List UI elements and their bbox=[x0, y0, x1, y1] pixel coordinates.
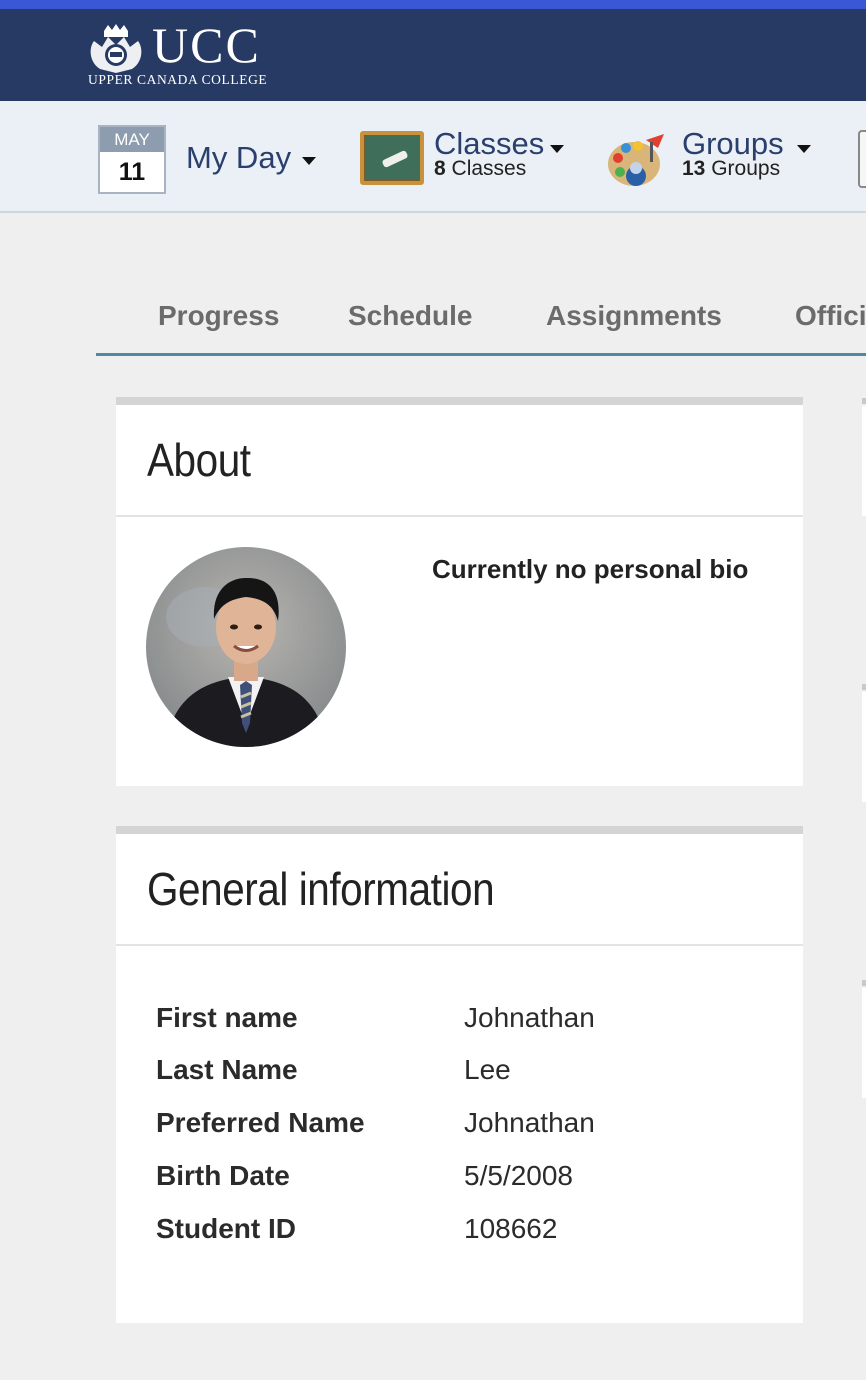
groups-count-text: 13 Groups bbox=[682, 157, 781, 180]
chalkboard-icon[interactable] bbox=[360, 131, 424, 185]
edge-panel bbox=[862, 988, 866, 1098]
logo-subtitle: UPPER CANADA COLLEGE bbox=[88, 72, 268, 87]
info-label: Student ID bbox=[156, 1213, 296, 1244]
logo-text[interactable]: UCC bbox=[152, 20, 261, 70]
calendar-icon[interactable]: MAY 11 bbox=[98, 125, 166, 194]
my-day-menu[interactable]: My Day bbox=[186, 142, 291, 173]
about-title: About bbox=[116, 405, 803, 517]
profile-tabs: Progress Schedule Assignments Offici bbox=[96, 290, 866, 356]
edge-panel bbox=[862, 406, 866, 516]
site-header: UCC UPPER CANADA COLLEGE bbox=[0, 9, 866, 101]
about-card: About Currently no personal bio bbox=[116, 397, 803, 786]
tab-official[interactable]: Offici bbox=[795, 302, 866, 330]
classes-chevron-down-icon[interactable] bbox=[550, 145, 564, 153]
groups-palette-icon[interactable] bbox=[606, 130, 672, 190]
next-menu-icon[interactable] bbox=[858, 130, 866, 188]
info-label: First name bbox=[156, 1002, 298, 1033]
top-accent-strip bbox=[0, 0, 866, 9]
ucc-crest-icon[interactable] bbox=[86, 23, 146, 75]
tab-progress[interactable]: Progress bbox=[158, 302, 279, 330]
info-value: Lee bbox=[464, 1054, 511, 1085]
bio-text: Currently no personal bio bbox=[432, 554, 749, 584]
calendar-day: 11 bbox=[118, 158, 146, 186]
info-label: Last Name bbox=[156, 1054, 298, 1085]
groups-menu[interactable]: Groups bbox=[682, 128, 784, 159]
classes-count-text: 8 Classes bbox=[434, 157, 527, 180]
groups-chevron-down-icon[interactable] bbox=[797, 145, 811, 153]
general-info-title: General information bbox=[116, 834, 803, 946]
edge-divider bbox=[862, 398, 866, 404]
my-day-chevron-down-icon[interactable] bbox=[302, 157, 316, 165]
edge-panel bbox=[862, 692, 866, 802]
student-photo bbox=[146, 547, 346, 747]
tab-assignments[interactable]: Assignments bbox=[546, 302, 722, 330]
tab-schedule[interactable]: Schedule bbox=[348, 302, 472, 330]
edge-divider bbox=[862, 980, 866, 986]
info-value: 5/5/2008 bbox=[464, 1160, 573, 1191]
classes-menu[interactable]: Classes bbox=[434, 128, 544, 159]
calendar-month: MAY bbox=[100, 127, 164, 152]
info-label: Preferred Name bbox=[156, 1107, 365, 1138]
avatar[interactable] bbox=[146, 547, 346, 747]
general-info-card: General information First name Johnathan… bbox=[116, 826, 803, 1323]
info-value: Johnathan bbox=[464, 1107, 595, 1138]
info-label: Birth Date bbox=[156, 1160, 290, 1191]
info-value: Johnathan bbox=[464, 1002, 595, 1033]
info-value: 108662 bbox=[464, 1213, 558, 1244]
edge-divider bbox=[862, 684, 866, 690]
